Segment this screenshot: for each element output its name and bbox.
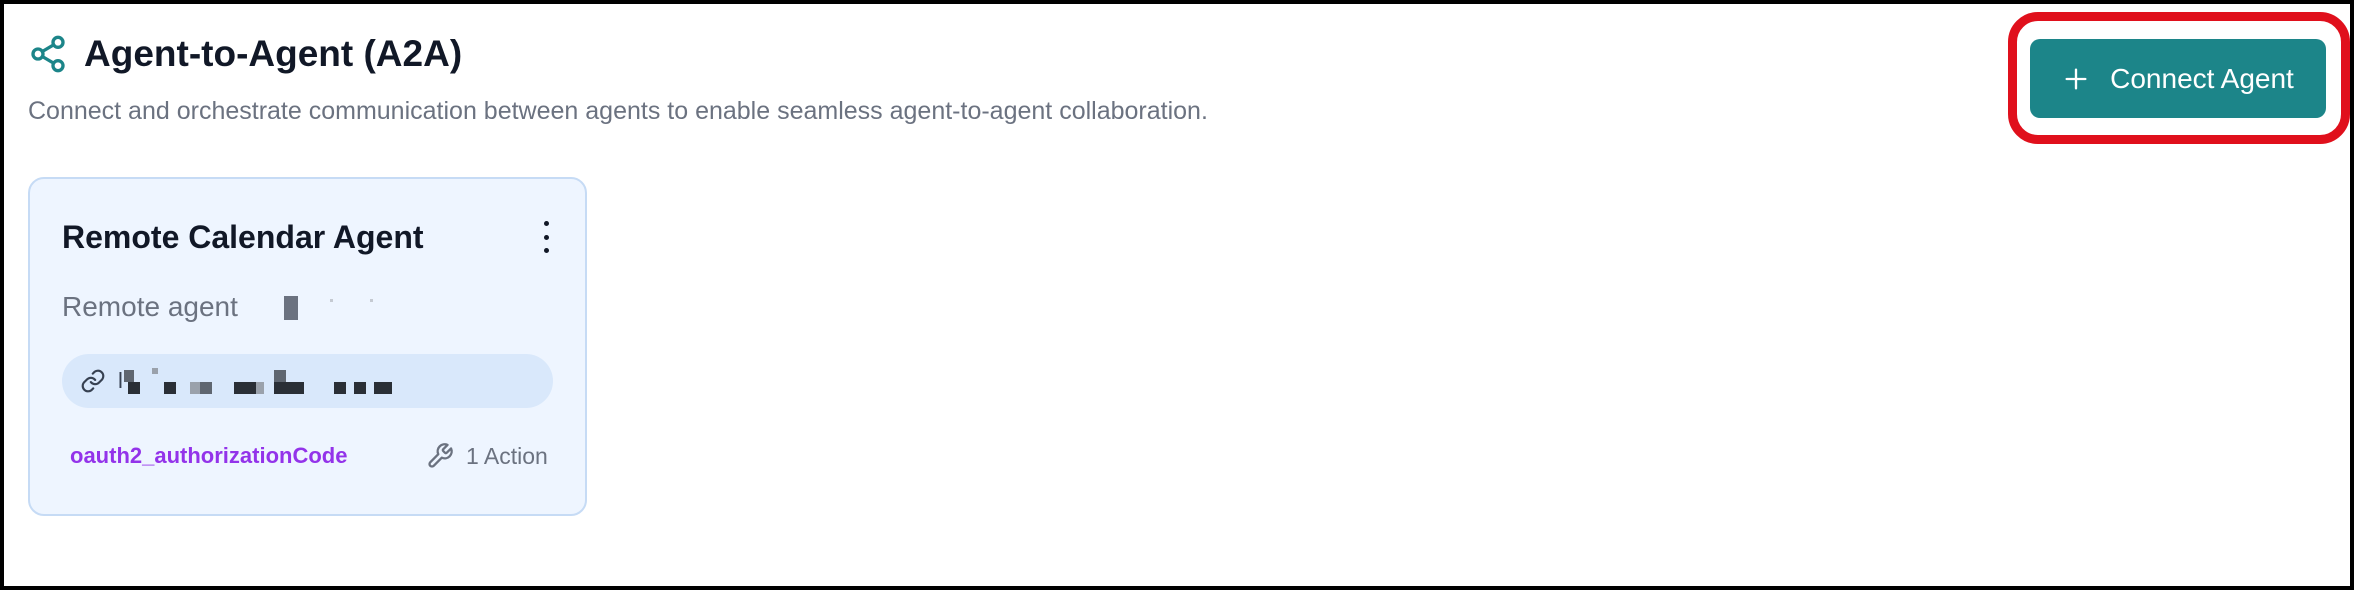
agent-url: l <box>118 368 123 393</box>
agent-name: Remote Calendar Agent <box>62 219 424 255</box>
agent-url-pill: l <box>62 354 553 408</box>
page-title: Agent-to-Agent (A2A) <box>84 33 463 74</box>
connect-agent-label: Connect Agent <box>2110 62 2294 94</box>
more-vertical-icon[interactable] <box>534 221 558 253</box>
redacted-text <box>284 296 298 320</box>
redacted-text <box>370 299 373 302</box>
connect-agent-button[interactable]: Connect Agent <box>2030 39 2326 118</box>
auth-type-badge: oauth2_authorizationCode <box>70 443 348 468</box>
plus-icon <box>2065 68 2087 90</box>
page-subtitle: Connect and orchestrate communication be… <box>28 97 1208 125</box>
redacted-text <box>330 299 333 302</box>
agent-card[interactable]: Remote Calendar Agent Remote agent l oau… <box>28 177 587 516</box>
actions-label: 1 Action <box>466 442 548 469</box>
actions-count: 1 Action <box>426 441 548 471</box>
wrench-icon <box>428 443 453 468</box>
link-icon <box>81 369 105 393</box>
share-icon <box>31 35 65 73</box>
agent-description: Remote agent <box>62 291 238 322</box>
